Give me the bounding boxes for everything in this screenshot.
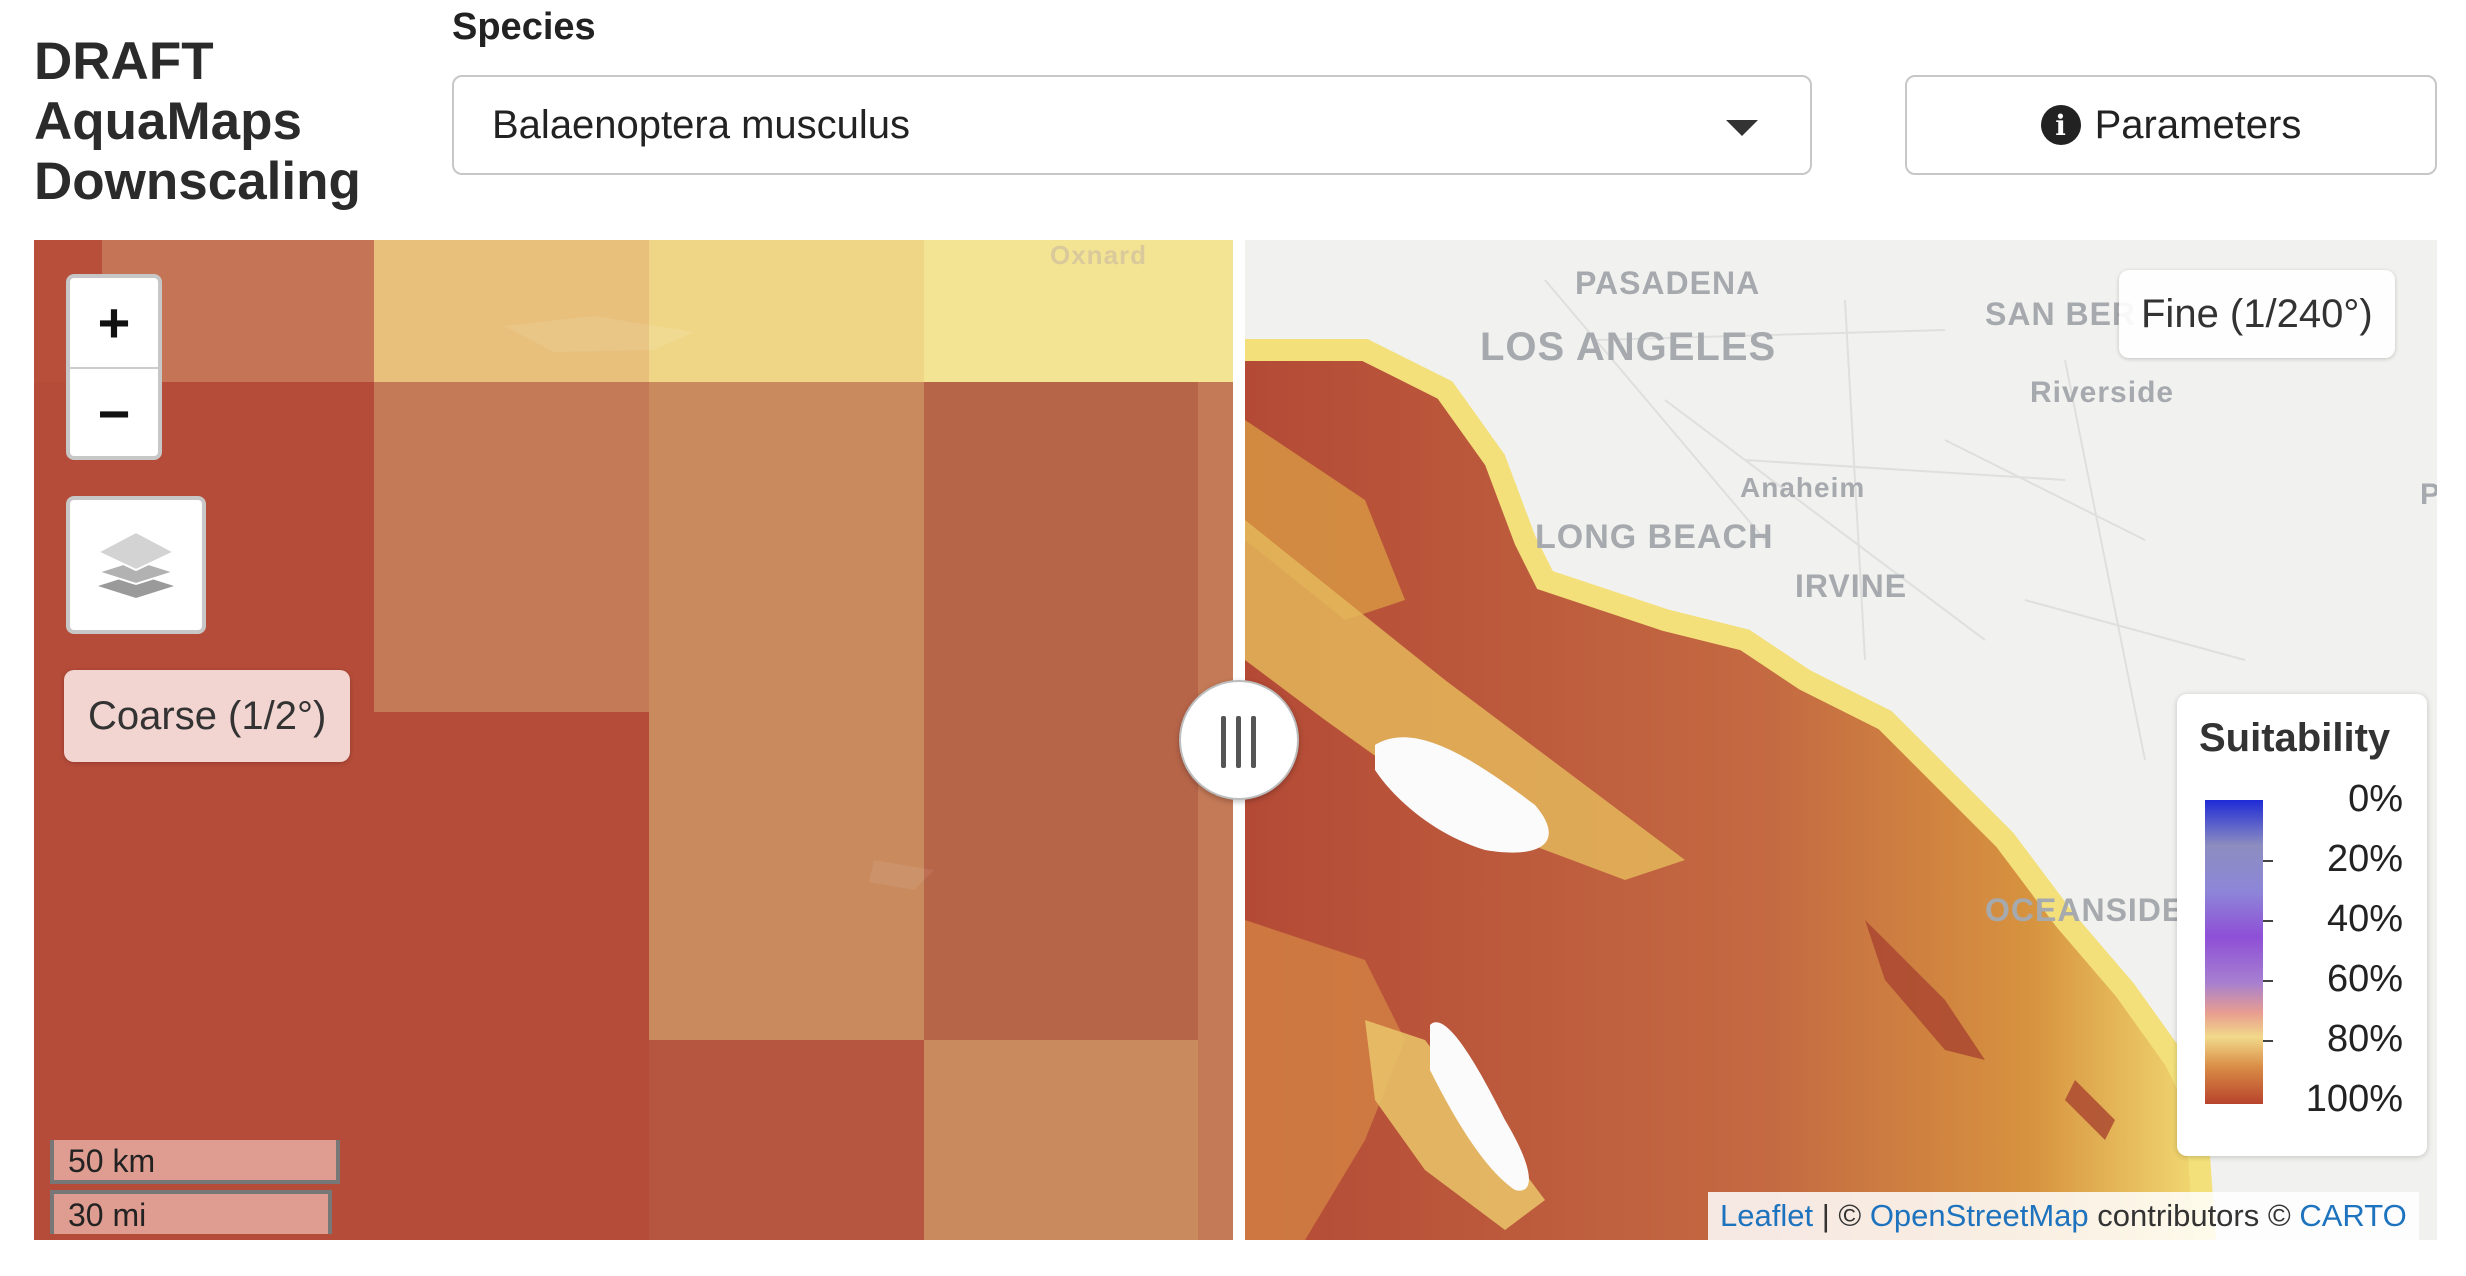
coarse-map-pane[interactable]: Oxnard + − Coarse (1/2°) 50 km 30 mi	[34, 240, 1233, 1240]
legend-tick	[2263, 1040, 2273, 1042]
legend-tick	[2263, 860, 2273, 862]
legend-tick	[2263, 980, 2273, 982]
zoom-control: + −	[66, 274, 162, 460]
legend-label: 0%	[2348, 778, 2403, 820]
scale-bar-mi: 30 mi	[50, 1190, 332, 1234]
coarse-resolution-label: Coarse (1/2°)	[64, 670, 351, 762]
fine-resolution-label: Fine (1/240°)	[2119, 270, 2395, 358]
chevron-down-icon	[1726, 120, 1758, 136]
place-label-san-bernardino: SAN BER	[1985, 296, 2137, 332]
app-title: DRAFT AquaMaps Downscaling	[34, 32, 361, 211]
species-label: Species	[452, 6, 596, 48]
layers-icon	[96, 530, 176, 598]
map-attribution: Leaflet | © OpenStreetMap contributors ©…	[1708, 1192, 2419, 1240]
info-icon: i	[2040, 105, 2081, 145]
grip-line	[1221, 716, 1226, 768]
osm-link[interactable]: OpenStreetMap	[1870, 1198, 2089, 1233]
swipe-handle[interactable]	[1179, 680, 1299, 800]
place-label-irvine: IRVINE	[1795, 568, 1908, 604]
grip-line	[1236, 716, 1241, 768]
parameters-button-label: Parameters	[2094, 102, 2302, 147]
carto-link[interactable]: CARTO	[2299, 1198, 2406, 1233]
legend-color-ramp	[2205, 800, 2263, 1104]
place-label-pasadena: PASADENA	[1575, 265, 1761, 301]
place-label-long-beach: LONG BEACH	[1535, 518, 1774, 556]
grip-line	[1251, 716, 1256, 768]
species-select-value: Balaenoptera musculus	[492, 103, 911, 147]
layers-control-button[interactable]	[66, 496, 206, 634]
legend-label: 100%	[2305, 1078, 2403, 1120]
legend-tick	[2263, 920, 2273, 922]
map-container[interactable]: Oxnard + − Coarse (1/2°) 50 km 30 mi PAS…	[34, 240, 2437, 1240]
legend-label: 40%	[2326, 898, 2403, 940]
species-select[interactable]: Balaenoptera musculus	[452, 75, 1812, 175]
place-label-anaheim: Anaheim	[1740, 472, 1866, 503]
leaflet-link[interactable]: Leaflet	[1720, 1198, 1813, 1233]
zoom-out-button[interactable]: −	[70, 369, 158, 456]
place-label-oceanside: OCEANSIDE	[1985, 892, 2185, 928]
scale-bar-km: 50 km	[50, 1140, 340, 1184]
zoom-in-button[interactable]: +	[70, 278, 158, 369]
suitability-legend: Suitability 0% 20% 40% 60% 80% 100%	[2177, 694, 2427, 1156]
parameters-button[interactable]: i Parameters	[1905, 75, 2437, 175]
attribution-sep: | ©	[1813, 1198, 1870, 1233]
legend-label: 60%	[2326, 958, 2403, 1000]
attribution-contributors: contributors ©	[2088, 1198, 2300, 1233]
legend-label: 20%	[2326, 838, 2403, 880]
place-label-riverside: Riverside	[2030, 376, 2175, 409]
legend-label: 80%	[2326, 1018, 2403, 1060]
legend-title: Suitability	[2199, 716, 2391, 760]
place-label-los-angeles: LOS ANGELES	[1480, 325, 1777, 369]
place-label-edge: P	[2420, 478, 2437, 511]
